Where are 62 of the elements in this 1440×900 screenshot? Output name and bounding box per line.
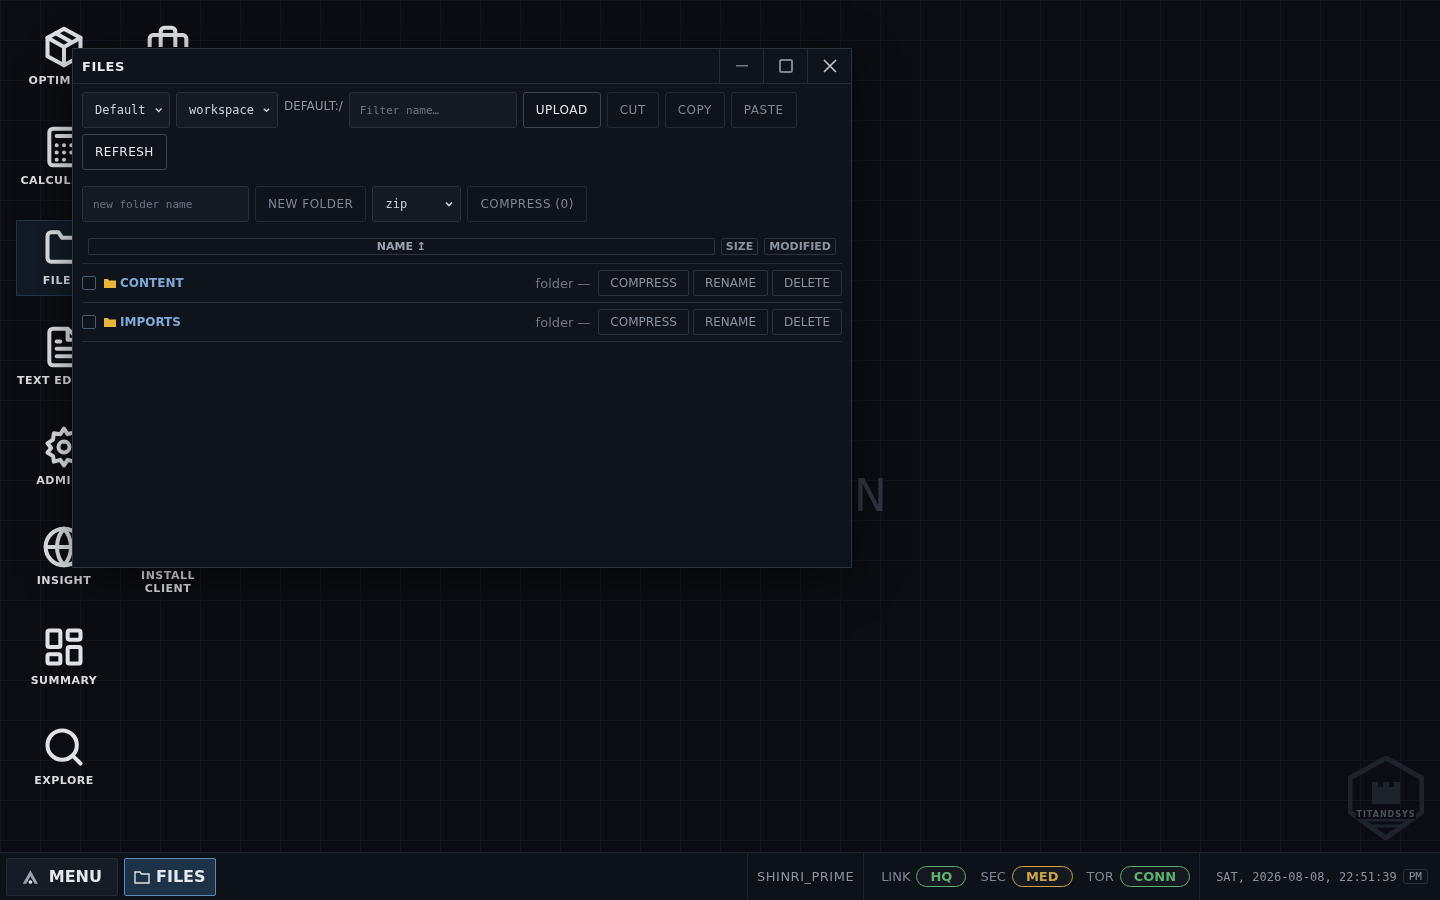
castle-logo-icon bbox=[1348, 756, 1424, 840]
folder-name[interactable]: IMPORTS bbox=[120, 315, 532, 329]
column-header[interactable]: SIZE bbox=[720, 238, 759, 255]
dashboard-icon bbox=[42, 625, 86, 669]
modified-cell: — bbox=[577, 314, 591, 330]
status-label: SEC bbox=[980, 869, 1006, 884]
row-action-button[interactable]: DELETE bbox=[772, 309, 842, 335]
search-icon bbox=[42, 725, 86, 769]
row-action-button[interactable]: COMPRESS bbox=[598, 270, 689, 296]
status-label: TOR bbox=[1086, 869, 1114, 884]
scope-select[interactable]: workspace bbox=[176, 92, 278, 128]
filter-field[interactable]: Filter name… bbox=[348, 92, 517, 128]
folder-icon bbox=[104, 317, 116, 327]
status-pill: HQ bbox=[916, 866, 967, 887]
shortcut-label[interactable]: OPTIM bbox=[17, 74, 71, 87]
folder-name[interactable]: CONTENT bbox=[120, 276, 532, 290]
shortcut-label[interactable]: INSTALL CLIENT bbox=[121, 569, 215, 595]
folder-name-field[interactable]: new folder name bbox=[82, 186, 249, 222]
status-pill: CONN bbox=[1119, 866, 1191, 887]
modified-cell: — bbox=[577, 275, 591, 291]
briefcase-icon bbox=[146, 25, 190, 47]
minimize-icon bbox=[735, 65, 748, 67]
task-button[interactable]: FILES bbox=[124, 857, 216, 896]
row-action-button[interactable]: RENAME bbox=[692, 309, 768, 335]
path-label: DEFAULT:/ bbox=[284, 99, 343, 113]
meridiem-badge: PM bbox=[1402, 869, 1428, 884]
shortcut-label[interactable]: TEXT ED bbox=[17, 374, 71, 387]
format-select[interactable]: zip bbox=[372, 186, 462, 222]
shortcut-label[interactable]: CALCUL bbox=[17, 174, 71, 187]
shortcut-label[interactable]: EXPLORE bbox=[34, 774, 94, 787]
compress-button[interactable]: COMPRESS (0) bbox=[467, 186, 587, 222]
shortcut-label[interactable]: ADMI bbox=[17, 474, 71, 487]
row-checkbox[interactable] bbox=[82, 315, 96, 329]
column-header[interactable]: MODIFIED bbox=[764, 238, 836, 255]
type-cell: folder bbox=[535, 275, 574, 291]
chevron-down-icon bbox=[262, 105, 271, 115]
logo-text: TITANDSYS bbox=[1356, 810, 1416, 819]
type-cell: folder bbox=[535, 314, 574, 330]
row-action-button[interactable]: RENAME bbox=[692, 270, 768, 296]
row-action-button[interactable]: DELETE bbox=[772, 270, 842, 296]
window-title: FILES bbox=[81, 58, 126, 74]
toolbar-button[interactable]: UPLOAD bbox=[522, 92, 601, 128]
folder-icon bbox=[134, 869, 150, 884]
clock: SAT, 2026-08-08, 22:51:39 bbox=[1216, 869, 1397, 884]
folder-icon bbox=[104, 278, 116, 288]
status-label: LINK bbox=[881, 869, 911, 884]
maximize-icon bbox=[778, 59, 793, 73]
status-pill: MED bbox=[1011, 866, 1073, 887]
shortcut-label[interactable]: INSIGHT bbox=[36, 574, 92, 587]
row-checkbox[interactable] bbox=[82, 276, 96, 290]
toolbar-button[interactable]: REFRESH bbox=[82, 134, 167, 170]
chevron-down-icon bbox=[444, 199, 455, 209]
column-header[interactable]: NAME ↥ bbox=[88, 238, 715, 255]
shortcut-label[interactable]: SUMMARY bbox=[30, 674, 98, 687]
new-folder-button[interactable]: NEW FOLDER bbox=[255, 186, 367, 222]
menu-button[interactable]: MENU bbox=[6, 857, 118, 896]
row-action-button[interactable]: COMPRESS bbox=[598, 309, 689, 335]
chevron-down-icon bbox=[153, 105, 163, 115]
drive-select[interactable]: Default bbox=[82, 92, 170, 128]
shortcut-label[interactable]: FILE bbox=[17, 274, 71, 287]
host-name: SHINRI_PRIME bbox=[757, 869, 855, 884]
close-icon bbox=[822, 59, 837, 73]
